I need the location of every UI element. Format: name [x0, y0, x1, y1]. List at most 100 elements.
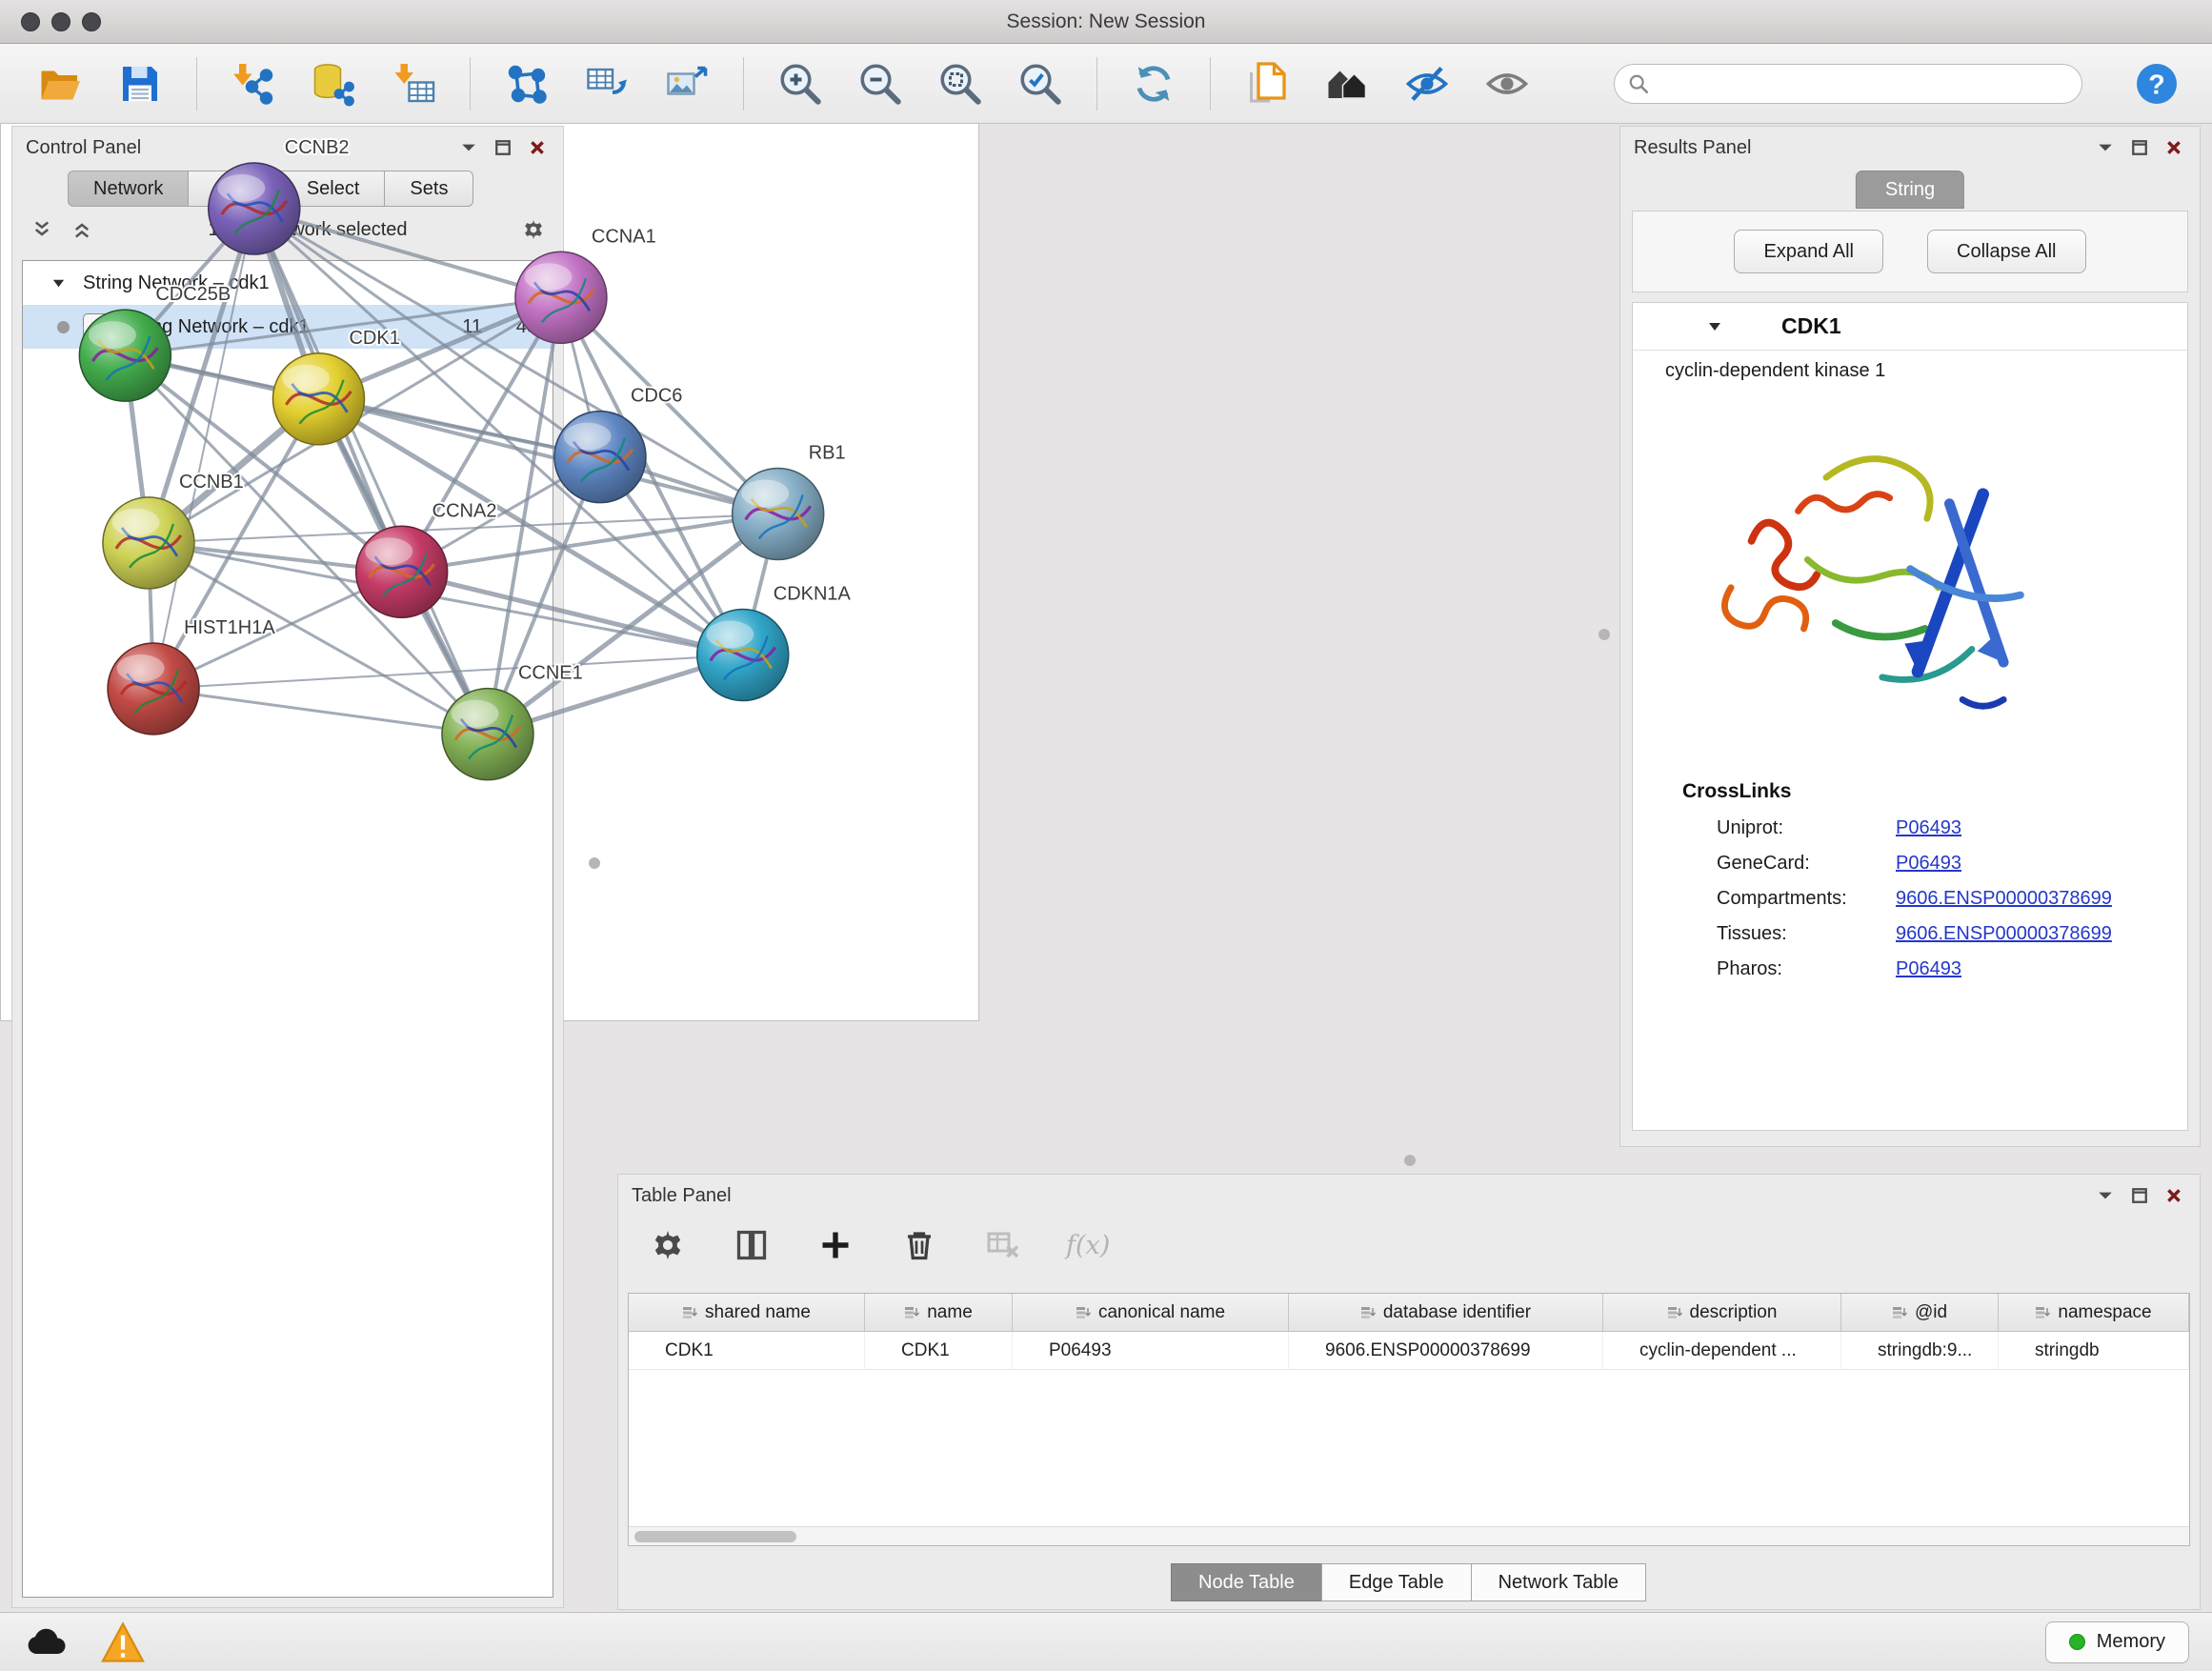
- delete-table-button[interactable]: [982, 1224, 1024, 1266]
- show-graphics-details-button[interactable]: [1479, 56, 1535, 111]
- warnings-button[interactable]: [99, 1621, 147, 1663]
- node-label-hist1h1a: HIST1H1A: [184, 617, 275, 638]
- node-label-rb1: RB1: [809, 442, 846, 463]
- network-edge[interactable]: [254, 209, 488, 735]
- results-panel: Results Panel String Expand All Collapse…: [1619, 126, 2201, 1147]
- node-label-ccnb1: CCNB1: [179, 472, 244, 493]
- tab-string-results[interactable]: String: [1856, 171, 1964, 209]
- disclosure-triangle-icon: [1707, 319, 1722, 334]
- table-panel-collapse-button[interactable]: [2093, 1183, 2118, 1208]
- network-edge[interactable]: [254, 209, 561, 297]
- apply-preferred-layout-button[interactable]: [1126, 56, 1181, 111]
- column-header[interactable]: name: [865, 1294, 1013, 1331]
- show-columns-button[interactable]: [731, 1224, 773, 1266]
- table-mode-button[interactable]: [647, 1224, 689, 1266]
- home-button[interactable]: [1319, 56, 1375, 111]
- horizontal-scrollbar[interactable]: [629, 1526, 2189, 1545]
- search-input[interactable]: [1657, 72, 2068, 94]
- table-panel-close-button[interactable]: [2162, 1183, 2186, 1208]
- column-header[interactable]: canonical name: [1013, 1294, 1289, 1331]
- toolbar-search: [1614, 64, 2082, 104]
- refresh-icon: [1131, 61, 1176, 107]
- table-panel: Table Panel f(x) shared name name canoni…: [617, 1174, 2201, 1610]
- splitter-handle[interactable]: [589, 857, 600, 869]
- tab-node-table[interactable]: Node Table: [1171, 1563, 1322, 1601]
- column-header[interactable]: database identifier: [1289, 1294, 1603, 1331]
- tab-network-table[interactable]: Network Table: [1471, 1563, 1646, 1601]
- table-panel-float-button[interactable]: [2127, 1183, 2152, 1208]
- eye-icon: [1484, 61, 1530, 107]
- document-copy-icon: [1244, 61, 1290, 107]
- splitter-handle[interactable]: [1599, 629, 1610, 640]
- chevron-down-icon: [2097, 1187, 2114, 1204]
- results-actions: Expand All Collapse All: [1632, 211, 2188, 292]
- eye-slash-icon: [1404, 61, 1450, 107]
- sort-icon: [682, 1305, 697, 1320]
- crosslink-compartments-link[interactable]: 9606.ENSP00000378699: [1896, 888, 2112, 910]
- gene-name: CDK1: [1781, 313, 1841, 339]
- network-node-cdkn1a[interactable]: CDKN1A: [697, 583, 852, 700]
- splitter-handle[interactable]: [1404, 1155, 1416, 1166]
- network-node-hist1h1a[interactable]: HIST1H1A: [108, 617, 275, 735]
- zoom-selected-button[interactable]: [1013, 56, 1068, 111]
- column-header[interactable]: shared name: [629, 1294, 865, 1331]
- crosslink-row: Uniprot: P06493: [1633, 811, 2187, 846]
- crosslink-row: Tissues: 9606.ENSP00000378699: [1633, 916, 2187, 952]
- table-delete-icon: [986, 1228, 1020, 1262]
- crosslink-genecard-link[interactable]: P06493: [1896, 853, 1961, 875]
- help-icon: ?: [2134, 61, 2180, 107]
- cloud-icon: [24, 1620, 70, 1665]
- results-panel-float-button[interactable]: [2127, 135, 2152, 160]
- svg-text:?: ?: [2148, 70, 2164, 100]
- results-panel-close-button[interactable]: [2162, 135, 2186, 160]
- help-button[interactable]: ?: [2134, 61, 2180, 107]
- column-header[interactable]: namespace: [1999, 1294, 2189, 1331]
- delete-column-button[interactable]: [898, 1224, 940, 1266]
- results-panel-collapse-button[interactable]: [2093, 135, 2118, 160]
- close-icon: [2165, 1187, 2182, 1204]
- zoom-selected-icon: [1017, 61, 1063, 107]
- memory-button[interactable]: Memory: [2045, 1621, 2189, 1663]
- memory-label: Memory: [2097, 1631, 2165, 1653]
- network-node-rb1[interactable]: RB1: [733, 442, 846, 559]
- scrollbar-thumb[interactable]: [634, 1531, 796, 1542]
- collapse-all-button[interactable]: Collapse All: [1927, 230, 2086, 273]
- crosslink-uniprot-link[interactable]: P06493: [1896, 817, 1961, 839]
- window-title: Session: New Session: [1007, 10, 1206, 33]
- cloud-status-button[interactable]: [23, 1621, 70, 1663]
- network-edge[interactable]: [318, 399, 777, 514]
- float-window-icon: [2131, 1187, 2148, 1204]
- float-window-icon: [2131, 139, 2148, 156]
- network-view-panel: CCNB2CCNA1CDC25BCDK1CDC6RB1CCNB1CCNA2CDK…: [0, 0, 979, 1021]
- crosslink-label: Uniprot:: [1717, 817, 1896, 839]
- chevron-down-icon: [2097, 139, 2114, 156]
- column-header[interactable]: @id: [1841, 1294, 1999, 1331]
- column-header[interactable]: description: [1603, 1294, 1841, 1331]
- network-node-cdk1[interactable]: CDK1: [272, 328, 399, 445]
- function-builder-button[interactable]: f(x): [1066, 1224, 1110, 1266]
- sort-icon: [904, 1305, 919, 1320]
- gene-header-row[interactable]: CDK1: [1633, 303, 2187, 351]
- create-column-button[interactable]: [814, 1224, 856, 1266]
- close-icon: [2165, 139, 2182, 156]
- node-label-cdk1: CDK1: [349, 328, 399, 349]
- network-node-cdc25b[interactable]: CDC25B: [79, 284, 231, 401]
- node-table: shared name name canonical name database…: [628, 1293, 2190, 1546]
- hide-graphics-details-button[interactable]: [1399, 56, 1455, 111]
- sort-icon: [1076, 1305, 1091, 1320]
- table-row[interactable]: CDK1 CDK1 P06493 9606.ENSP00000378699 cy…: [629, 1332, 2189, 1370]
- network-node-ccna1[interactable]: CCNA1: [515, 226, 656, 343]
- crosslinks-title: CrossLinks: [1682, 780, 2187, 803]
- network-edge[interactable]: [153, 689, 488, 735]
- expand-all-button[interactable]: Expand All: [1734, 230, 1883, 273]
- home-icon: [1324, 61, 1370, 107]
- network-node-ccnb2[interactable]: CCNB2: [209, 137, 350, 254]
- crosslink-tissues-link[interactable]: 9606.ENSP00000378699: [1896, 923, 2112, 945]
- crosslink-pharos-link[interactable]: P06493: [1896, 958, 1961, 980]
- network-canvas[interactable]: CCNB2CCNA1CDC25BCDK1CDC6RB1CCNB1CCNA2CDK…: [0, 0, 977, 966]
- trash-icon: [902, 1228, 936, 1262]
- tab-edge-table[interactable]: Edge Table: [1321, 1563, 1472, 1601]
- fx-icon: f(x): [1066, 1231, 1110, 1260]
- copy-document-button[interactable]: [1239, 56, 1295, 111]
- crosslink-label: GeneCard:: [1717, 853, 1896, 875]
